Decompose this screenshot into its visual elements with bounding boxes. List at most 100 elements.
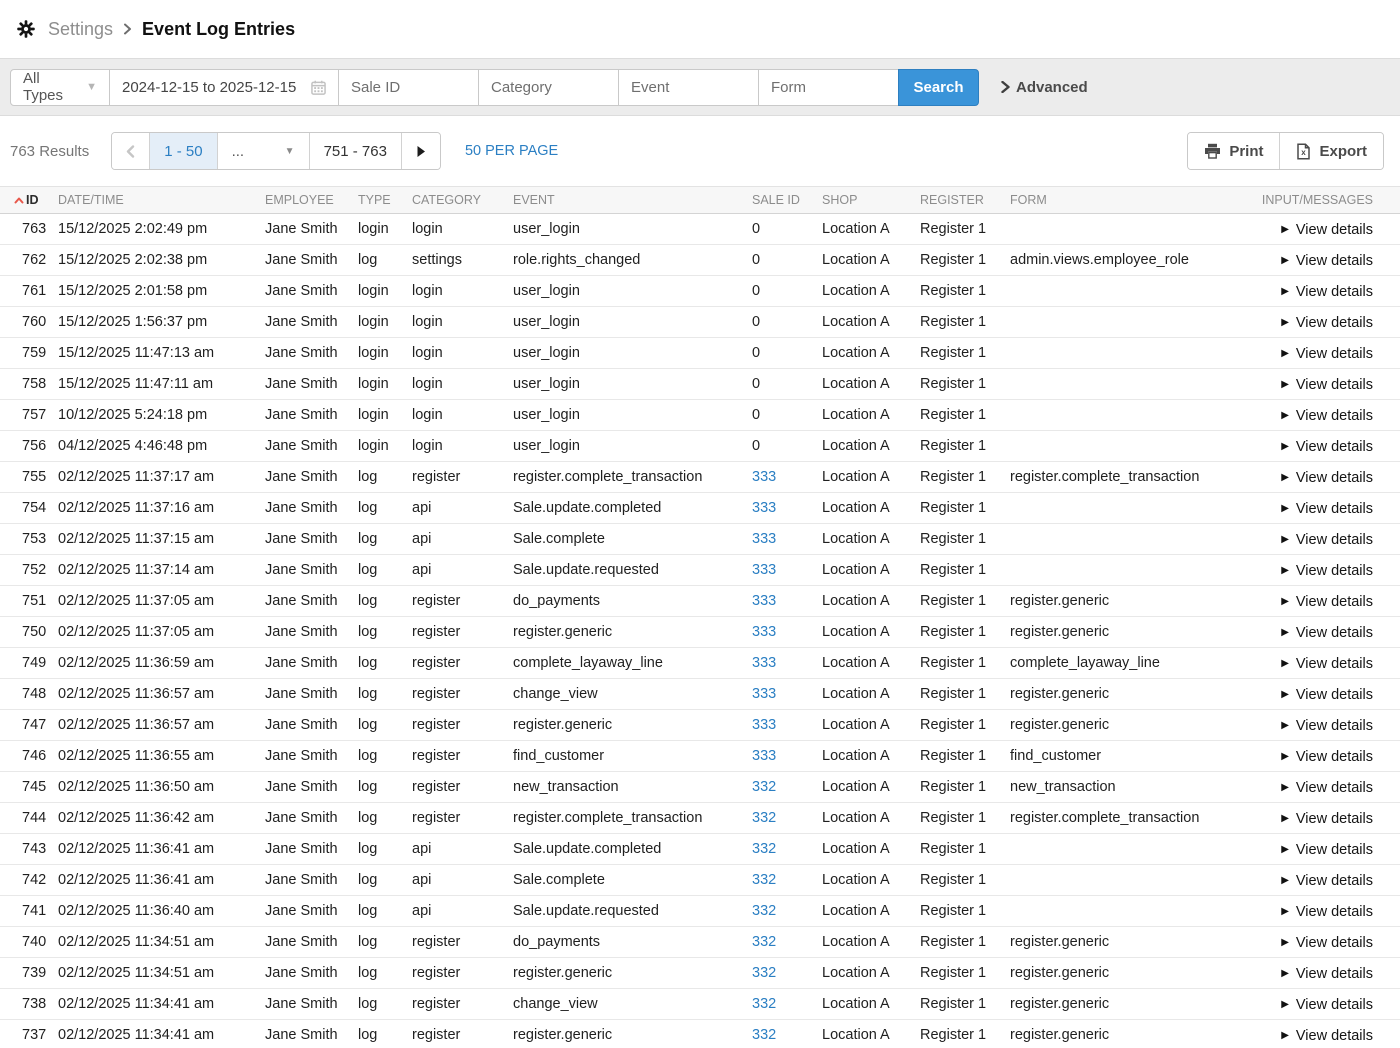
column-header-datetime[interactable]: DATE/TIME (58, 193, 265, 207)
cell-sale-id[interactable]: 332 (752, 934, 822, 950)
column-header-sale-id[interactable]: SALE ID (752, 193, 822, 207)
cell-form: register.generic (1010, 593, 1248, 609)
cell-sale-id[interactable]: 333 (752, 686, 822, 702)
cell-sale-id[interactable]: 332 (752, 872, 822, 888)
triangle-right-icon: ▶ (1281, 535, 1289, 545)
view-details-label: View details (1296, 656, 1373, 672)
view-details-button[interactable]: ▶ View details (1281, 718, 1373, 734)
view-details-button[interactable]: ▶ View details (1281, 997, 1373, 1013)
cell-sale-id[interactable]: 333 (752, 500, 822, 516)
search-button[interactable]: Search (898, 69, 979, 106)
cell-employee: Jane Smith (265, 965, 358, 981)
column-header-register[interactable]: REGISTER (920, 193, 1010, 207)
column-header-type[interactable]: TYPE (358, 193, 412, 207)
cell-sale-id[interactable]: 333 (752, 655, 822, 671)
column-header-category[interactable]: CATEGORY (412, 193, 513, 207)
view-details-label: View details (1296, 501, 1373, 517)
table-row: 749 02/12/2025 11:36:59 am Jane Smith lo… (0, 648, 1400, 679)
view-details-button[interactable]: ▶ View details (1281, 377, 1373, 393)
cell-sale-id[interactable]: 333 (752, 748, 822, 764)
column-header-id[interactable]: ID (14, 193, 58, 207)
cell-sale-id[interactable]: 333 (752, 531, 822, 547)
view-details-button[interactable]: ▶ View details (1281, 780, 1373, 796)
view-details-button[interactable]: ▶ View details (1281, 408, 1373, 424)
view-details-button[interactable]: ▶ View details (1281, 594, 1373, 610)
view-details-label: View details (1296, 904, 1373, 920)
triangle-right-icon: ▶ (1281, 628, 1289, 638)
event-input[interactable] (619, 70, 758, 105)
cell-shop: Location A (822, 686, 920, 702)
cell-sale-id[interactable]: 333 (752, 717, 822, 733)
category-input[interactable] (479, 70, 618, 105)
cell-sale-id[interactable]: 332 (752, 1027, 822, 1043)
view-details-button[interactable]: ▶ View details (1281, 687, 1373, 703)
cell-sale-id[interactable]: 332 (752, 903, 822, 919)
prev-page-button[interactable] (112, 133, 149, 169)
view-details-button[interactable]: ▶ View details (1281, 439, 1373, 455)
cell-sale-id[interactable]: 333 (752, 624, 822, 640)
next-page-button[interactable] (401, 133, 440, 169)
view-details-button[interactable]: ▶ View details (1281, 315, 1373, 331)
view-details-button[interactable]: ▶ View details (1281, 625, 1373, 641)
advanced-link[interactable]: Advanced (1001, 79, 1088, 96)
chevron-right-icon (1001, 81, 1010, 93)
column-header-form[interactable]: FORM (1010, 193, 1248, 207)
view-details-button[interactable]: ▶ View details (1281, 656, 1373, 672)
cell-sale-id[interactable]: 332 (752, 996, 822, 1012)
cell-sale-id[interactable]: 333 (752, 562, 822, 578)
pager: 1 - 50 ... ▼ 751 - 763 (111, 132, 441, 170)
view-details-label: View details (1296, 408, 1373, 424)
cell-shop: Location A (822, 345, 920, 361)
cell-shop: Location A (822, 841, 920, 857)
view-details-button[interactable]: ▶ View details (1281, 253, 1373, 269)
export-button[interactable]: x Export (1279, 133, 1383, 169)
cell-id: 748 (14, 686, 58, 702)
view-details-button[interactable]: ▶ View details (1281, 842, 1373, 858)
view-details-button[interactable]: ▶ View details (1281, 904, 1373, 920)
cell-event: Sale.complete (513, 872, 752, 888)
cell-sale-id[interactable]: 332 (752, 965, 822, 981)
view-details-button[interactable]: ▶ View details (1281, 222, 1373, 238)
view-details-button[interactable]: ▶ View details (1281, 563, 1373, 579)
cell-sale-id[interactable]: 332 (752, 779, 822, 795)
cell-employee: Jane Smith (265, 252, 358, 268)
column-header-shop[interactable]: SHOP (822, 193, 920, 207)
cell-category: login (412, 345, 513, 361)
cell-type: log (358, 469, 412, 485)
date-range-field[interactable]: 2024-12-15 to 2025-12-15 (109, 69, 339, 106)
type-filter-select[interactable]: All Types ▼ (10, 69, 110, 106)
triangle-right-icon: ▶ (1281, 938, 1289, 948)
sale-id-input[interactable] (339, 70, 478, 105)
view-details-button[interactable]: ▶ View details (1281, 1028, 1373, 1044)
cell-sale-id[interactable]: 332 (752, 810, 822, 826)
cell-sale-id[interactable]: 333 (752, 469, 822, 485)
cell-id: 745 (14, 779, 58, 795)
view-details-button[interactable]: ▶ View details (1281, 966, 1373, 982)
print-button[interactable]: Print (1188, 133, 1279, 169)
view-details-button[interactable]: ▶ View details (1281, 470, 1373, 486)
cell-sale-id[interactable]: 332 (752, 841, 822, 857)
per-page-link[interactable]: 50 PER PAGE (465, 143, 558, 159)
view-details-button[interactable]: ▶ View details (1281, 749, 1373, 765)
column-header-employee[interactable]: EMPLOYEE (265, 193, 358, 207)
view-details-button[interactable]: ▶ View details (1281, 501, 1373, 517)
page-range-dropdown[interactable]: ... ▼ (217, 133, 309, 169)
cell-sale-id[interactable]: 333 (752, 593, 822, 609)
view-details-label: View details (1296, 811, 1373, 827)
cell-id: 753 (14, 531, 58, 547)
view-details-button[interactable]: ▶ View details (1281, 284, 1373, 300)
view-details-label: View details (1296, 346, 1373, 362)
view-details-button[interactable]: ▶ View details (1281, 346, 1373, 362)
view-details-button[interactable]: ▶ View details (1281, 811, 1373, 827)
cell-event: Sale.update.completed (513, 500, 752, 516)
page-range-last[interactable]: 751 - 763 (309, 133, 401, 169)
cell-type: log (358, 810, 412, 826)
view-details-label: View details (1296, 563, 1373, 579)
view-details-button[interactable]: ▶ View details (1281, 935, 1373, 951)
view-details-button[interactable]: ▶ View details (1281, 873, 1373, 889)
breadcrumb-settings-link[interactable]: Settings (48, 19, 113, 40)
form-input[interactable] (759, 70, 898, 105)
column-header-event[interactable]: EVENT (513, 193, 752, 207)
page-range-first[interactable]: 1 - 50 (149, 133, 216, 169)
view-details-button[interactable]: ▶ View details (1281, 532, 1373, 548)
